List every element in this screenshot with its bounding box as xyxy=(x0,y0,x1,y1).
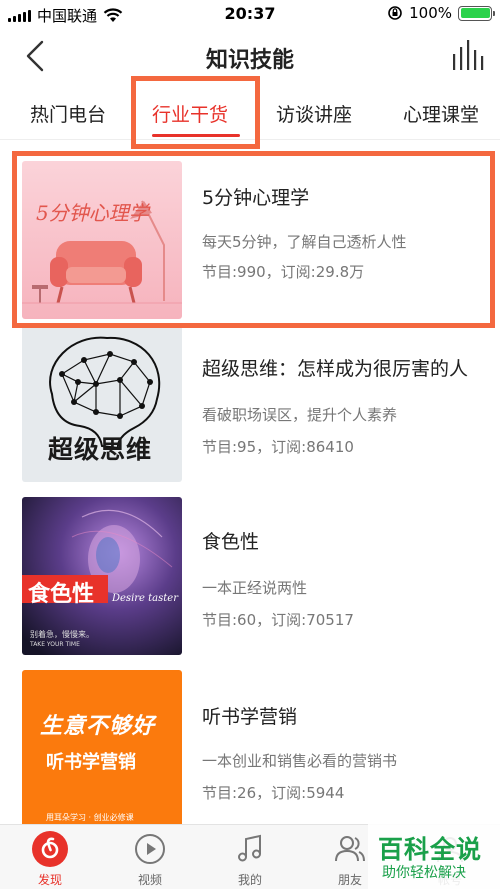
tabbar-label: 我的 xyxy=(237,873,262,887)
cover-title: 超级思维 xyxy=(48,435,153,464)
highlight-box-item xyxy=(12,151,495,328)
tabbar-video[interactable]: 视频 xyxy=(100,825,200,889)
tabbar-discover[interactable]: 发现 xyxy=(0,825,100,889)
cover-tagline: 用耳朵学习 · 创业必修课 xyxy=(46,813,134,822)
status-bar: 中国联通 20:37 100% xyxy=(0,0,500,30)
tab-psychology[interactable]: 心理课堂 xyxy=(403,100,479,127)
netease-music-icon xyxy=(32,831,68,867)
equalizer-bars-icon[interactable] xyxy=(450,38,484,72)
tabbar-label: 视频 xyxy=(137,873,162,887)
item-description: 看破职场误区，提升个人素养 xyxy=(202,406,398,424)
item-title: 食色性 xyxy=(202,531,260,553)
list-item[interactable]: 超级思维 超级思维：怎样成为很厉害的人 看破职场误区，提升个人素养 节目:95，… xyxy=(0,324,500,484)
tabbar-mine[interactable]: 我的 xyxy=(200,825,300,889)
watermark-subtitle: 助你轻松解决 xyxy=(382,865,466,881)
item-stats: 节目:26，订阅:5944 xyxy=(202,784,345,802)
music-note-icon xyxy=(238,834,261,862)
cover-title: 食色性 xyxy=(28,582,95,607)
tab-interviews[interactable]: 访谈讲座 xyxy=(276,100,352,127)
cover-image: 生意不够好 听书学营销 用耳朵学习 · 创业必修课 xyxy=(22,670,182,828)
tab-hot-radio[interactable]: 热门电台 xyxy=(30,100,106,127)
item-title: 超级思维：怎样成为很厉害的人 xyxy=(202,358,469,380)
play-video-icon xyxy=(135,834,165,864)
item-stats: 节目:95，订阅:86410 xyxy=(202,438,354,456)
list-item[interactable]: 食色性 Desire taster 别着急，慢慢来。 TAKE YOUR TIM… xyxy=(0,497,500,657)
list-item[interactable]: 生意不够好 听书学营销 用耳朵学习 · 创业必修课 听书学营销 一本创业和销售必… xyxy=(0,670,500,830)
highlight-box-tab xyxy=(131,76,260,149)
battery-icon xyxy=(458,5,495,21)
cover-tagline: 别着急，慢慢来。 xyxy=(30,630,94,639)
cover-subtitle: Desire taster xyxy=(112,593,178,604)
watermark-title: 百科全说 xyxy=(378,835,483,864)
nav-bar: 知识技能 xyxy=(0,30,500,82)
rotation-lock-icon xyxy=(388,6,402,20)
friends-icon xyxy=(335,836,365,862)
page-title: 知识技能 xyxy=(205,48,294,73)
cover-line1: 生意不够好 xyxy=(40,714,156,739)
cover-image: 食色性 Desire taster 别着急，慢慢来。 TAKE YOUR TIM… xyxy=(22,497,182,655)
status-right: 100% xyxy=(387,4,495,22)
item-description: 一本创业和销售必看的营销书 xyxy=(202,752,398,770)
item-stats: 节目:60，订阅:70517 xyxy=(202,611,354,629)
item-description: 一本正经说两性 xyxy=(202,579,308,597)
cover-image: 超级思维 xyxy=(22,324,182,482)
watermark: 百科全说 助你轻松解决 xyxy=(368,824,500,889)
tabbar-label: 发现 xyxy=(37,873,62,887)
item-title: 听书学营销 xyxy=(202,706,298,728)
cover-line2: 听书学营销 xyxy=(46,752,136,773)
cover-tagline-en: TAKE YOUR TIME xyxy=(30,641,80,648)
battery-percent: 100% xyxy=(409,4,452,22)
